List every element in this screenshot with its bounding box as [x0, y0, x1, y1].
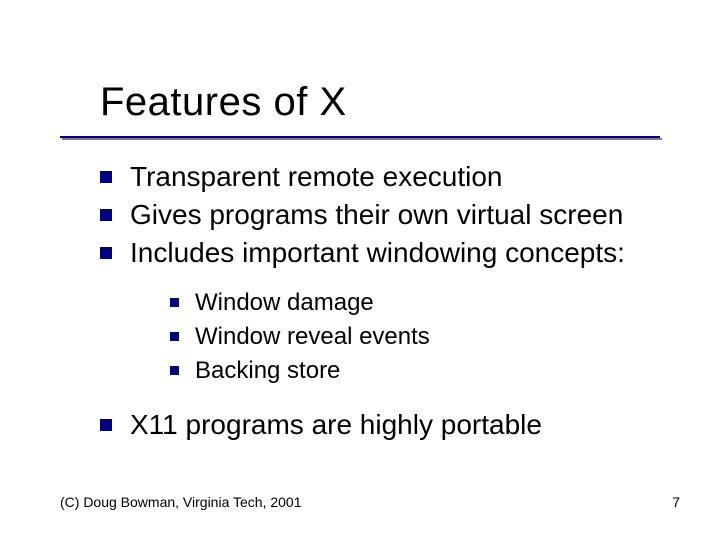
slide: Features of X Transparent remote executi…: [0, 0, 720, 540]
bullet-text: Transparent remote execution: [130, 160, 503, 194]
sub-bullet-group: Window damage Window reveal events Backi…: [170, 288, 680, 386]
bullet-level1: Gives programs their own virtual screen: [100, 198, 680, 232]
square-bullet-icon: [100, 171, 112, 183]
bullet-level2: Backing store: [170, 356, 680, 386]
square-bullet-icon: [100, 247, 112, 259]
square-bullet-icon: [170, 298, 179, 307]
square-bullet-icon: [170, 332, 179, 341]
footer-copyright: (C) Doug Bowman, Virginia Tech, 2001: [60, 494, 302, 510]
bullet-level1: X11 programs are highly portable: [100, 408, 680, 442]
bullet-level2: Window damage: [170, 288, 680, 318]
bullet-text: Backing store: [195, 356, 340, 386]
slide-title: Features of X: [100, 80, 347, 125]
title-underline: [60, 136, 660, 138]
bullet-text: Gives programs their own virtual screen: [130, 198, 623, 232]
square-bullet-icon: [170, 366, 179, 375]
footer-page-number: 7: [672, 494, 680, 510]
title-underline-shadow: [62, 138, 662, 140]
bullet-text: Window reveal events: [195, 322, 430, 352]
bullet-text: Includes important windowing concepts:: [130, 236, 625, 270]
bullet-level1: Transparent remote execution: [100, 160, 680, 194]
slide-body: Transparent remote execution Gives progr…: [100, 160, 680, 446]
bullet-level2: Window reveal events: [170, 322, 680, 352]
bullet-text: Window damage: [195, 288, 374, 318]
square-bullet-icon: [100, 209, 112, 221]
square-bullet-icon: [100, 419, 112, 431]
bullet-text: X11 programs are highly portable: [130, 408, 542, 442]
bullet-level1: Includes important windowing concepts:: [100, 236, 680, 270]
